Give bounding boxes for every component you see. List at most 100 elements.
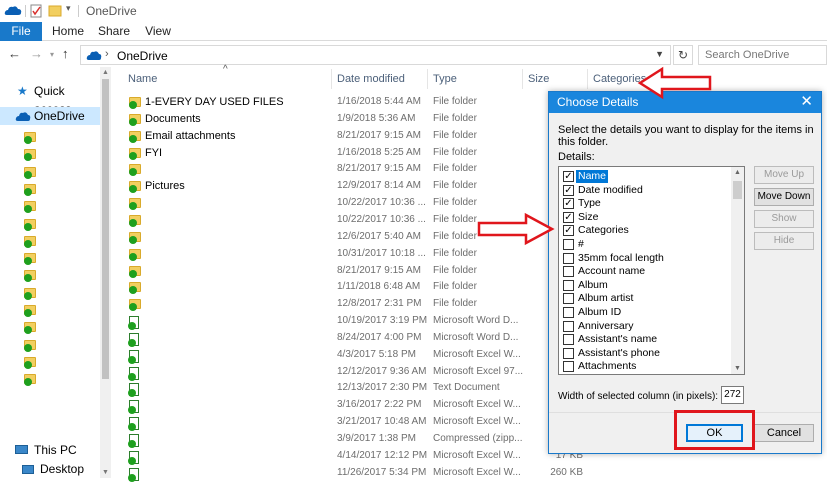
onedrive-cloud-icon bbox=[15, 112, 31, 121]
word-file-synced-icon bbox=[128, 332, 139, 347]
folder-synced-icon bbox=[129, 113, 141, 126]
nav-folder-synced-icon[interactable] bbox=[24, 322, 36, 335]
show-button[interactable]: Show bbox=[754, 210, 814, 228]
nav-folder-synced-icon[interactable] bbox=[24, 287, 36, 300]
tab-file[interactable]: File bbox=[0, 22, 42, 41]
file-type: File folder bbox=[433, 112, 477, 124]
scroll-thumb[interactable] bbox=[733, 181, 742, 199]
checkbox-unchecked[interactable] bbox=[563, 361, 574, 373]
checkbox-unchecked[interactable] bbox=[563, 320, 574, 332]
file-type: Compressed (zipp... bbox=[433, 433, 523, 444]
file-type: File folder bbox=[433, 180, 477, 192]
scroll-down-icon[interactable]: ▼ bbox=[734, 365, 741, 372]
column-header-name[interactable]: Name bbox=[128, 73, 157, 85]
nav-scrollbar[interactable]: ▲ ▼ bbox=[100, 67, 111, 478]
refresh-button[interactable]: ↻ bbox=[673, 45, 693, 65]
nav-folder-synced-icon[interactable] bbox=[24, 356, 36, 369]
nav-folder-synced-icon[interactable] bbox=[24, 218, 36, 231]
search-input[interactable]: Search OneDrive bbox=[698, 45, 827, 65]
checkbox-unchecked[interactable] bbox=[563, 279, 574, 291]
nav-this-pc[interactable]: This PC bbox=[0, 441, 100, 459]
scroll-thumb[interactable] bbox=[102, 79, 109, 379]
quick-access-dropdown-icon[interactable]: ▾ bbox=[66, 3, 71, 14]
nav-quick-access[interactable]: ★ Quick access bbox=[0, 82, 100, 116]
nav-desktop[interactable]: Desktop bbox=[0, 460, 100, 478]
checkbox-checked[interactable]: ✓ bbox=[563, 211, 574, 223]
details-scrollbar[interactable]: ▲ ▼ bbox=[731, 167, 744, 374]
tab-share[interactable]: Share bbox=[98, 22, 130, 41]
scroll-up-icon[interactable]: ▲ bbox=[734, 169, 741, 176]
file-row[interactable]: 11/26/2017 5:34 PM Microsoft Excel W... 26… bbox=[111, 465, 827, 482]
cancel-button[interactable]: Cancel bbox=[754, 424, 814, 442]
nav-folder-synced-icon[interactable] bbox=[24, 253, 36, 266]
folder-synced-icon bbox=[129, 282, 141, 295]
file-date: 4/14/2017 12:12 PM bbox=[337, 449, 428, 461]
tab-home[interactable]: Home bbox=[52, 22, 84, 41]
file-type: File folder bbox=[433, 96, 477, 107]
file-date: 10/22/2017 10:36 ... bbox=[337, 197, 426, 209]
tab-view[interactable]: View bbox=[145, 22, 171, 41]
hide-button[interactable]: Hide bbox=[754, 232, 814, 250]
file-type: File folder bbox=[433, 129, 477, 141]
detail-item-label: Anniversary bbox=[578, 319, 634, 332]
file-name: Email attachments bbox=[145, 129, 236, 142]
column-width-input[interactable]: 272 bbox=[721, 386, 744, 404]
details-list[interactable]: ✓ Name ✓ Date modified ✓ Type ✓ Size ✓ Categories… bbox=[558, 166, 745, 375]
checkbox-checked[interactable]: ✓ bbox=[563, 171, 574, 182]
move-up-button[interactable]: Move Up bbox=[754, 166, 814, 184]
onedrive-cloud-icon bbox=[4, 6, 22, 15]
recent-locations-icon[interactable]: ▾ bbox=[50, 50, 54, 59]
nav-folder-synced-icon[interactable] bbox=[24, 339, 36, 352]
nav-folder-synced-icon[interactable] bbox=[24, 183, 36, 196]
forward-arrow-icon[interactable]: → bbox=[30, 46, 43, 61]
nav-onedrive[interactable]: OneDrive bbox=[0, 107, 100, 125]
file-name: FYI bbox=[145, 146, 163, 159]
checkbox-unchecked[interactable] bbox=[563, 252, 574, 264]
nav-label: OneDrive bbox=[34, 109, 85, 123]
file-name: Documents bbox=[145, 112, 201, 125]
back-arrow-icon[interactable]: ← bbox=[8, 46, 21, 61]
checkbox-unchecked[interactable] bbox=[563, 239, 574, 250]
checkbox-unchecked[interactable] bbox=[563, 334, 574, 346]
scroll-up-icon[interactable]: ▲ bbox=[102, 69, 109, 76]
checkbox-unchecked[interactable] bbox=[563, 266, 574, 278]
close-icon[interactable]: ✕ bbox=[800, 92, 813, 112]
new-folder-icon[interactable] bbox=[48, 4, 62, 17]
nav-folder-synced-icon[interactable] bbox=[24, 149, 36, 162]
address-row: ← → ▾ ↑ › OneDrive ▼ ↻ Search OneDrive bbox=[0, 41, 827, 67]
breadcrumb-onedrive[interactable]: OneDrive bbox=[117, 49, 168, 63]
nav-folder-synced-icon[interactable] bbox=[24, 166, 36, 179]
column-header-date[interactable]: Date modified bbox=[337, 73, 405, 85]
properties-icon[interactable] bbox=[30, 4, 43, 18]
details-label: Details: bbox=[558, 151, 595, 163]
file-date: 3/16/2017 2:22 PM bbox=[337, 399, 422, 411]
checkbox-checked[interactable]: ✓ bbox=[563, 198, 574, 210]
detail-item-label: Date modified bbox=[578, 183, 643, 196]
nav-folder-synced-icon[interactable] bbox=[24, 235, 36, 248]
file-date: 4/3/2017 5:18 PM bbox=[337, 348, 416, 360]
checkbox-unchecked[interactable] bbox=[563, 347, 574, 359]
address-bar[interactable]: › OneDrive ▼ bbox=[80, 45, 671, 65]
checkbox-checked[interactable]: ✓ bbox=[563, 184, 574, 196]
scroll-down-icon[interactable]: ▼ bbox=[102, 469, 109, 476]
nav-folder-synced-icon[interactable] bbox=[24, 270, 36, 283]
annotation-arrow-categories-item-icon bbox=[477, 212, 555, 246]
file-type: File folder bbox=[433, 213, 477, 225]
breadcrumb-chevron-icon[interactable]: › bbox=[105, 48, 109, 60]
nav-folder-synced-icon[interactable] bbox=[24, 201, 36, 214]
excel-file-synced-icon bbox=[128, 467, 139, 482]
checkbox-unchecked[interactable] bbox=[563, 293, 574, 305]
choose-details-dialog: Choose Details ✕ Select the details you … bbox=[548, 91, 822, 454]
nav-folder-synced-icon[interactable] bbox=[24, 374, 36, 387]
column-header-type[interactable]: Type bbox=[433, 73, 457, 85]
column-header-size[interactable]: Size bbox=[528, 73, 549, 85]
up-arrow-icon[interactable]: ↑ bbox=[62, 46, 69, 61]
checkbox-checked[interactable]: ✓ bbox=[563, 225, 574, 237]
file-type: File folder bbox=[433, 197, 477, 209]
file-type: Microsoft Excel W... bbox=[433, 399, 521, 411]
nav-folder-synced-icon[interactable] bbox=[24, 132, 36, 144]
move-down-button[interactable]: Move Down bbox=[754, 188, 814, 206]
checkbox-unchecked[interactable] bbox=[563, 307, 574, 318]
nav-folder-synced-icon[interactable] bbox=[24, 305, 36, 317]
address-dropdown-icon[interactable]: ▼ bbox=[655, 49, 664, 59]
